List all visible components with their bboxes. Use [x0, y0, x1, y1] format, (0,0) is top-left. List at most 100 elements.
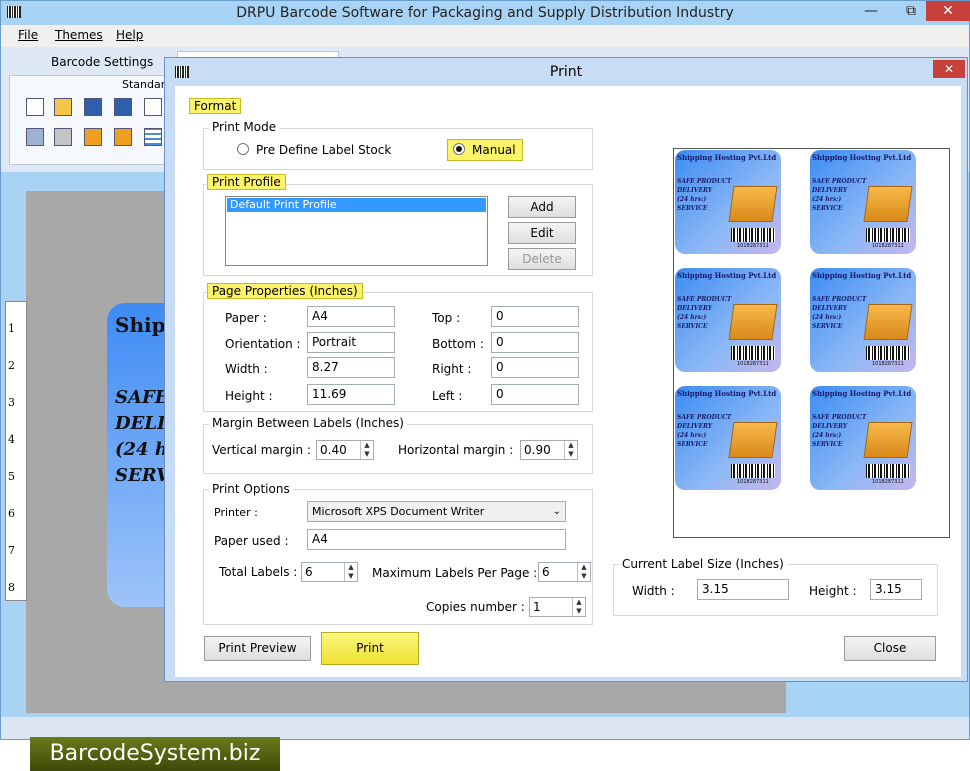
barcode-number: 1018287311: [872, 479, 904, 485]
add-profile-button[interactable]: Add: [508, 196, 576, 218]
preview-label-card: Shipping Hosting Pvt.Ltd SAFE PRODUCT DELI…: [675, 150, 781, 254]
radio-manual[interactable]: [453, 143, 465, 155]
box-icon: [863, 304, 913, 340]
width-field[interactable]: 8.27: [307, 357, 395, 378]
list-item[interactable]: Default Print Profile: [227, 198, 486, 212]
menu-file[interactable]: File: [18, 28, 38, 42]
profile-list[interactable]: Default Print Profile: [225, 196, 488, 266]
spinner-arrows-icon[interactable]: ▲ ▼: [564, 441, 577, 459]
menu-themes[interactable]: Themes: [55, 28, 103, 42]
menu-help[interactable]: Help: [116, 28, 143, 42]
open-folder-icon[interactable]: [54, 98, 72, 116]
margin-title: Margin Between Labels (Inches): [209, 416, 407, 430]
new-icon[interactable]: [26, 98, 44, 116]
preview-line-text: DELIVERY: [677, 423, 713, 430]
radio-predefine[interactable]: [237, 143, 249, 155]
copies-stepper[interactable]: 1 ▲ ▼: [529, 597, 586, 617]
preview-line-text: DELIVERY: [812, 423, 848, 430]
max-labels-stepper[interactable]: 6 ▲ ▼: [538, 562, 591, 582]
current-height-field[interactable]: 3.15: [870, 579, 922, 600]
lock-icon[interactable]: [84, 128, 102, 146]
preview-line-text: (24 hrs:): [677, 314, 707, 321]
total-labels-stepper[interactable]: 6 ▲ ▼: [301, 562, 358, 582]
printer-select[interactable]: Microsoft XPS Document Writer ⌄: [307, 501, 566, 522]
barcode-icon: [731, 346, 775, 360]
edit-profile-button[interactable]: Edit: [508, 222, 576, 244]
right-field[interactable]: 0: [491, 357, 579, 378]
barcode-icon: [866, 464, 910, 478]
barcode-icon: [866, 228, 910, 242]
vertical-margin-stepper[interactable]: 0.40 ▲ ▼: [316, 440, 374, 460]
print-button[interactable]: Print: [321, 632, 419, 665]
label-title-text: Ship: [115, 313, 166, 337]
barcode-icon: [731, 464, 775, 478]
delete-profile-button[interactable]: Delete: [508, 248, 576, 270]
preview-line-text: SAFE PRODUCT: [812, 178, 867, 185]
orientation-label: Orientation :: [225, 337, 301, 351]
tab-barcode-settings[interactable]: Barcode Settings: [51, 55, 153, 69]
paper-used-label: Paper used :: [214, 534, 289, 548]
top-field[interactable]: 0: [491, 306, 579, 327]
paper-label: Paper :: [225, 311, 267, 325]
printer-value: Microsoft XPS Document Writer: [312, 505, 485, 518]
radio-manual-label[interactable]: Manual: [472, 143, 516, 157]
horizontal-margin-stepper[interactable]: 0.90 ▲ ▼: [520, 440, 578, 460]
preview-line-text: (24 hrs:): [677, 432, 707, 439]
preview-company-text: Shipping Hosting Pvt.Ltd: [677, 389, 777, 398]
preview-line-text: SERVICE: [677, 441, 708, 448]
max-labels-value: 6: [542, 565, 550, 579]
spinner-arrows-icon[interactable]: ▲ ▼: [360, 441, 373, 459]
total-labels-label: Total Labels :: [219, 565, 298, 579]
preview-company-text: Shipping Hosting Pvt.Ltd: [812, 271, 912, 280]
left-field[interactable]: 0: [491, 384, 579, 405]
minimize-button[interactable]: —: [856, 1, 886, 21]
preview-label-card: Shipping Hosting Pvt.Ltd SAFE PRODUCT DELI…: [810, 268, 916, 372]
unlock-icon[interactable]: [114, 128, 132, 146]
dialog-close-button[interactable]: ✕: [933, 60, 965, 78]
barcode-number: 1018287311: [737, 479, 769, 485]
current-width-label: Width :: [632, 584, 675, 598]
spinner-arrows-icon[interactable]: ▲ ▼: [577, 563, 590, 581]
print-preview-button[interactable]: Print Preview: [204, 636, 311, 661]
save-icon[interactable]: [84, 98, 102, 116]
radio-predefine-label[interactable]: Pre Define Label Stock: [256, 143, 391, 157]
orientation-field[interactable]: Portrait: [307, 332, 395, 353]
maximize-button[interactable]: ⧉: [896, 1, 926, 21]
current-width-field[interactable]: 3.15: [697, 579, 789, 600]
paper-used-field[interactable]: A4: [307, 529, 566, 550]
height-field[interactable]: 11.69: [307, 384, 395, 405]
preview-company-text: Shipping Hosting Pvt.Ltd: [812, 153, 912, 162]
preview-company-text: Shipping Hosting Pvt.Ltd: [677, 153, 777, 162]
current-size-title: Current Label Size (Inches): [619, 557, 787, 571]
preview-line-text: (24 hrs:): [812, 432, 842, 439]
label-line-text: DELI: [115, 413, 166, 434]
horizontal-margin-label: Horizontal margin :: [398, 443, 514, 457]
bring-front-icon[interactable]: [54, 128, 72, 146]
send-back-icon[interactable]: [26, 128, 44, 146]
ribbon-group-standard: Standard: [9, 75, 172, 165]
spinner-arrows-icon[interactable]: ▲ ▼: [572, 598, 585, 616]
preview-line-text: DELIVERY: [812, 305, 848, 312]
close-dialog-button[interactable]: Close: [844, 636, 936, 661]
spinner-arrows-icon[interactable]: ▲ ▼: [344, 563, 357, 581]
print-mode-title: Print Mode: [209, 120, 280, 134]
current-height-label: Height :: [809, 584, 857, 598]
grid-icon[interactable]: [144, 128, 162, 146]
preview-company-text: Shipping Hosting Pvt.Ltd: [677, 271, 777, 280]
preview-line-text: SAFE PRODUCT: [677, 414, 732, 421]
preview-line-text: (24 hrs:): [677, 196, 707, 203]
printer-label: Printer :: [214, 506, 258, 519]
brand-watermark: BarcodeSystem.biz: [30, 737, 280, 771]
left-label: Left :: [432, 389, 463, 403]
preview-line-text: SERVICE: [677, 205, 708, 212]
preview-line-text: (24 hrs:): [812, 314, 842, 321]
save-as-icon[interactable]: [114, 98, 132, 116]
paper-field[interactable]: A4: [307, 306, 395, 327]
box-icon: [863, 186, 913, 222]
preview-line-text: SAFE PRODUCT: [677, 296, 732, 303]
bottom-field[interactable]: 0: [491, 332, 579, 353]
copy-icon[interactable]: [144, 98, 162, 116]
barcode-number: 1018287311: [872, 361, 904, 367]
preview-line-text: DELIVERY: [677, 305, 713, 312]
close-app-button[interactable]: ✕: [926, 1, 970, 21]
